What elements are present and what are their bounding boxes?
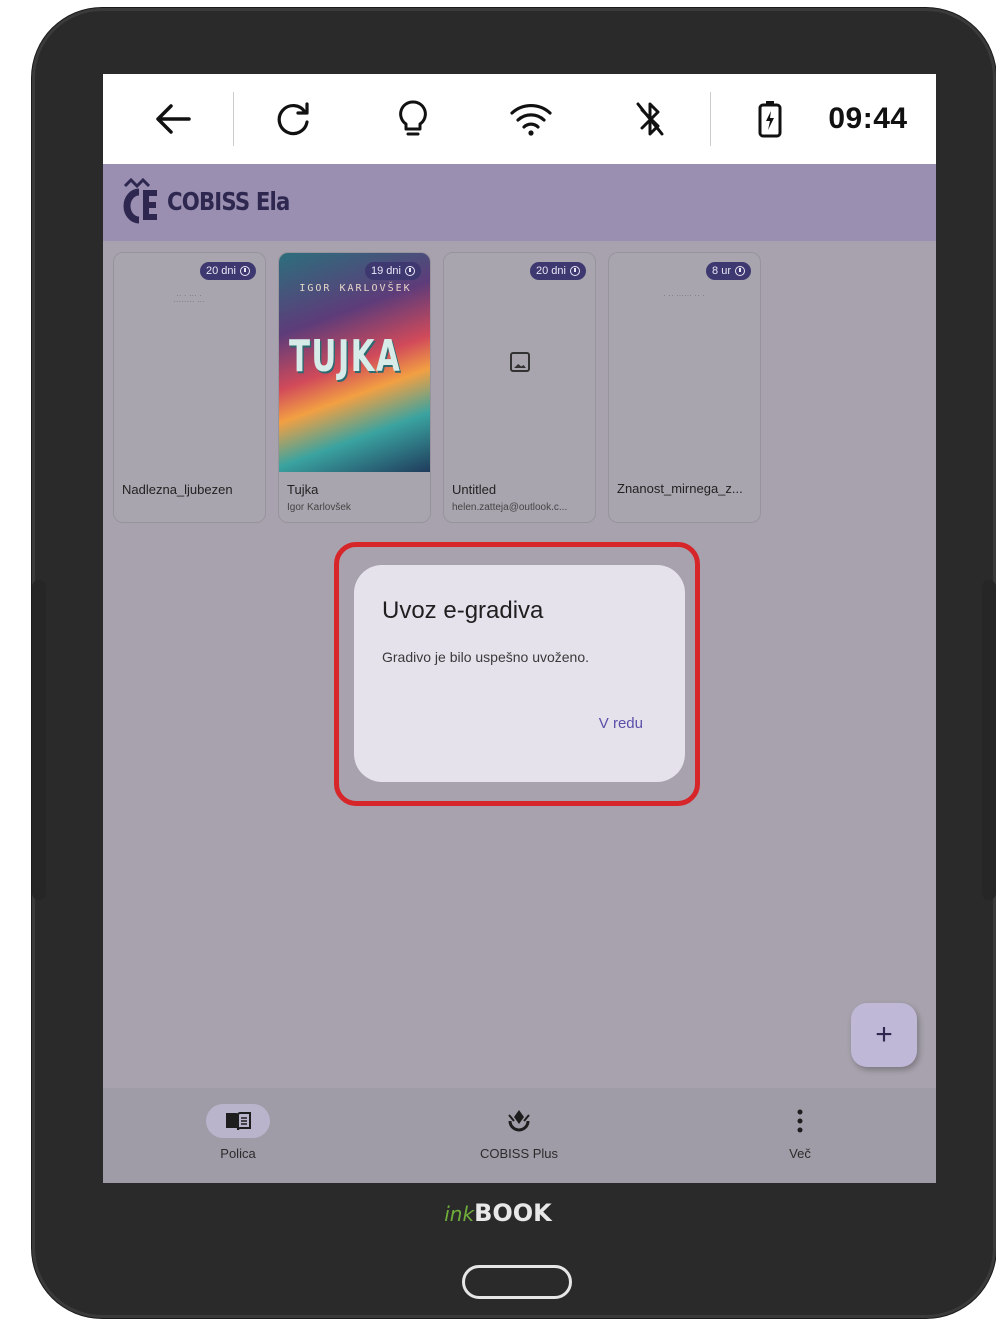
app-bar: COBISS Ela — [103, 164, 936, 241]
clock-icon — [735, 266, 745, 276]
loan-badge: 19 dni — [365, 262, 421, 280]
cover-text-preview: · ·· ······ ·· · — [663, 293, 706, 299]
wifi-icon — [510, 103, 552, 136]
nav-label: COBISS Plus — [479, 1146, 559, 1161]
arrow-left-icon — [156, 104, 191, 134]
bluetooth-button[interactable] — [620, 74, 680, 164]
nav-item-polica[interactable]: Polica — [138, 1088, 338, 1183]
lightbulb-icon — [399, 100, 427, 136]
book-cover-image: IGOR KARLOVŠEK TUJKA — [279, 253, 430, 472]
status-bar: 09:44 — [103, 74, 936, 164]
clock: 09:44 — [828, 102, 908, 135]
side-button-left[interactable] — [32, 580, 46, 900]
cover-title-text: TUJKA — [289, 331, 402, 382]
clock-icon — [405, 266, 415, 276]
side-button-right[interactable] — [982, 580, 996, 900]
nav-label: Več — [789, 1146, 811, 1161]
badge-text: 20 dni — [536, 265, 566, 277]
status-divider — [710, 92, 711, 146]
book-title: Znanost_mirnega_z... — [617, 481, 743, 496]
cover-text-preview: ·· · ··· · ········ ··· — [173, 293, 206, 305]
inkbook-logo: inkBOOK — [0, 1199, 996, 1227]
app-name: COBISS Ela — [167, 186, 290, 216]
home-button[interactable] — [462, 1265, 572, 1299]
highlight-annotation — [334, 542, 700, 806]
status-divider — [233, 92, 234, 146]
nav-label: Polica — [220, 1146, 256, 1161]
book-card[interactable]: IGOR KARLOVŠEK TUJKA 19 dni Tujka Igor K… — [278, 252, 431, 523]
nav-icon-container — [768, 1104, 832, 1138]
book-shelf: ·· · ··· · ········ ··· 20 dni Nadlezna_l… — [113, 252, 933, 524]
book-card[interactable]: ·· · ··· · ········ ··· 20 dni Nadlezna_l… — [113, 252, 266, 523]
book-author: Igor Karlovšek — [287, 502, 351, 513]
nav-icon-container — [487, 1104, 551, 1138]
image-placeholder-icon — [510, 352, 530, 372]
cobiss-ela-logo: COBISS Ela — [121, 178, 311, 224]
cover-author-text: IGOR KARLOVŠEK — [299, 283, 412, 294]
back-button[interactable] — [143, 74, 203, 164]
loan-badge: 20 dni — [200, 262, 256, 280]
book-title: Untitled — [452, 482, 497, 497]
refresh-button[interactable] — [263, 74, 323, 164]
add-button[interactable]: + — [851, 1003, 917, 1067]
book-title: Nadlezna_ljubezen — [122, 482, 233, 497]
badge-text: 20 dni — [206, 265, 236, 277]
nav-item-cobiss-plus[interactable]: COBISS Plus — [419, 1088, 619, 1183]
nav-active-indicator — [206, 1104, 270, 1138]
nav-item-vec[interactable]: Več — [700, 1088, 900, 1183]
clock-icon — [240, 266, 250, 276]
brand-ink: ink — [444, 1202, 475, 1226]
battery-indicator — [740, 74, 800, 164]
more-vert-icon — [797, 1109, 803, 1133]
book-icon — [226, 1112, 251, 1131]
cobiss-plus-icon — [508, 1110, 530, 1132]
clock-icon — [570, 266, 580, 276]
badge-text: 8 ur — [712, 265, 731, 277]
badge-text: 19 dni — [371, 265, 401, 277]
book-card[interactable]: 20 dni Untitled helen.zatteja@outlook.c.… — [443, 252, 596, 523]
loan-badge: 8 ur — [706, 262, 751, 280]
wifi-button[interactable] — [501, 74, 561, 164]
book-card[interactable]: · ·· ······ ·· · 8 ur Znanost_mirnega_z.… — [608, 252, 761, 523]
loan-badge: 20 dni — [530, 262, 586, 280]
book-author: helen.zatteja@outlook.c... — [452, 502, 568, 513]
refresh-icon — [277, 102, 309, 136]
cobiss-logo-icon — [123, 178, 157, 224]
bluetooth-off-icon — [636, 102, 664, 136]
battery-charging-icon — [758, 101, 782, 138]
frontlight-button[interactable] — [383, 74, 443, 164]
bottom-navigation: Polica COBISS Plus Več — [103, 1088, 936, 1183]
book-title: Tujka — [287, 482, 319, 497]
brand-book: BOOK — [474, 1199, 552, 1227]
